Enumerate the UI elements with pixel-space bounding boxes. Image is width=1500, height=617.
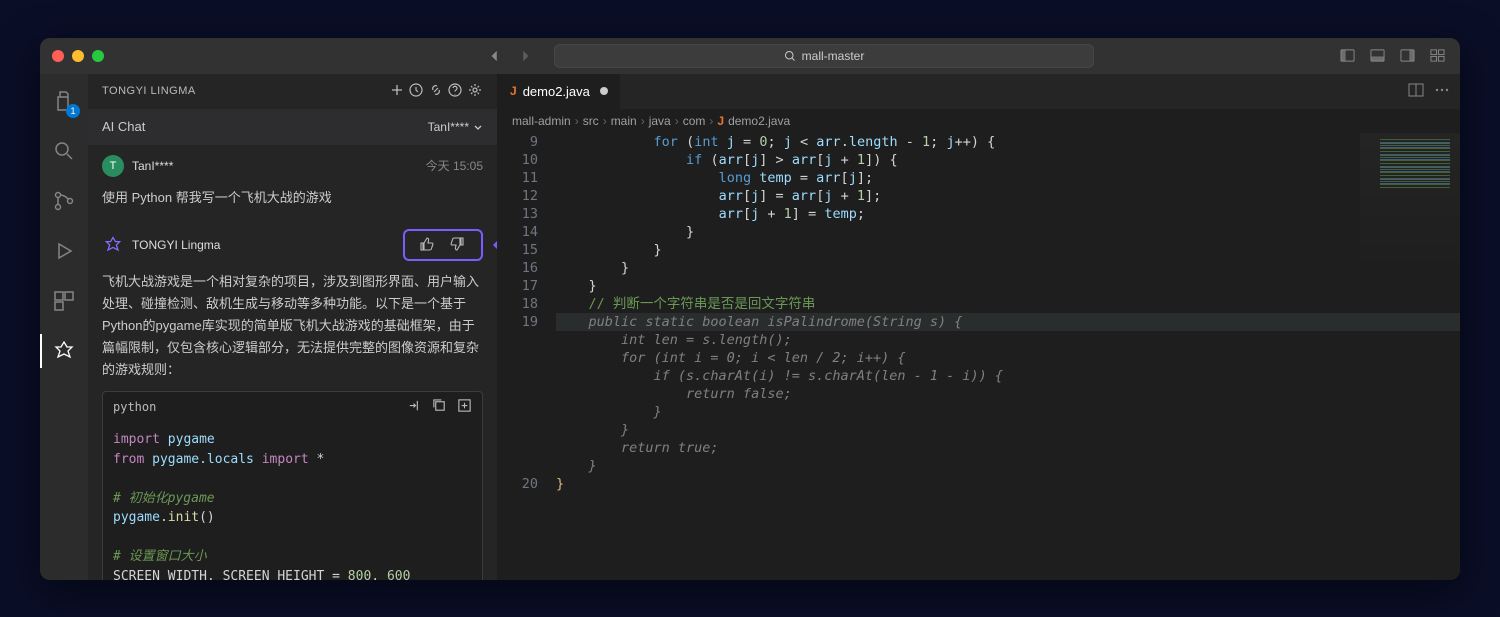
- editor-tab-actions: [1398, 74, 1460, 109]
- editor-area: J demo2.java mall-admin› src› main› java…: [498, 74, 1460, 580]
- search-icon: [784, 50, 796, 62]
- bot-message: TONGYI Lingma 点赞或点踩 飞机大战游戏是一个相对复杂的项目，涉及到…: [98, 219, 487, 580]
- chat-body[interactable]: T TanI**** 今天 15:05 使用 Python 帮我写一个飞机大战的…: [88, 145, 497, 580]
- panel-header: TONGYI LINGMA: [88, 74, 497, 109]
- feedback-box: 点赞或点踩: [403, 229, 483, 261]
- split-editor-icon[interactable]: [1408, 82, 1424, 101]
- nav-forward-button[interactable]: [512, 43, 538, 69]
- panel-title: TONGYI LINGMA: [102, 85, 196, 97]
- user-avatar: T: [102, 155, 124, 177]
- search-tab[interactable]: [40, 130, 88, 172]
- copy-code-icon[interactable]: [432, 398, 447, 416]
- tab-filename: demo2.java: [523, 84, 590, 99]
- chevron-down-icon: [473, 122, 483, 132]
- chat-subheader: AI Chat TanI****: [88, 109, 497, 145]
- settings-icon[interactable]: [467, 89, 483, 101]
- code-editor[interactable]: 9 10 11 12 13 14 15 16 17 18 19 20 for (…: [498, 133, 1460, 580]
- command-center[interactable]: mall-master: [554, 44, 1094, 68]
- dirty-indicator: [600, 87, 608, 95]
- bot-name: TONGYI Lingma: [132, 238, 220, 252]
- editor-tabs: J demo2.java: [498, 74, 1460, 109]
- link-icon[interactable]: [428, 89, 444, 101]
- ai-chat-panel: TONGYI LINGMA AI Chat TanI****: [88, 74, 498, 580]
- layout-bottom-icon[interactable]: [1366, 45, 1388, 67]
- lingma-tab[interactable]: [40, 330, 88, 372]
- panel-header-icons: [389, 82, 483, 101]
- titlebar: mall-master: [40, 38, 1460, 74]
- breadcrumb[interactable]: mall-admin› src› main› java› com› J demo…: [498, 109, 1460, 133]
- code-block-header: python: [103, 392, 482, 422]
- traffic-lights: [52, 50, 104, 62]
- ide-window: mall-master 1: [40, 38, 1460, 580]
- layout-left-icon[interactable]: [1336, 45, 1358, 67]
- code-lines: for (int j = 0; j < arr.length - 1; j++)…: [556, 133, 1460, 580]
- nav-back-button[interactable]: [482, 43, 508, 69]
- chat-mode-label: AI Chat: [102, 119, 145, 134]
- more-actions-icon[interactable]: [1434, 82, 1450, 101]
- search-text: mall-master: [802, 49, 865, 63]
- extensions-tab[interactable]: [40, 280, 88, 322]
- user-message-text: 使用 Python 帮我写一个飞机大战的游戏: [102, 187, 483, 209]
- user-name: TanI****: [132, 159, 173, 173]
- maximize-window-button[interactable]: [92, 50, 104, 62]
- help-icon[interactable]: [447, 89, 463, 101]
- editor-tab-demo2[interactable]: J demo2.java: [498, 74, 621, 109]
- java-file-icon: J: [717, 114, 724, 128]
- bot-avatar: [102, 234, 124, 256]
- java-file-icon: J: [510, 84, 517, 98]
- close-window-button[interactable]: [52, 50, 64, 62]
- code-block: python import pygame from pygame.locals …: [102, 391, 483, 579]
- line-gutter: 9 10 11 12 13 14 15 16 17 18 19 20: [498, 133, 556, 580]
- run-debug-tab[interactable]: [40, 230, 88, 272]
- code-lang-label: python: [113, 400, 156, 414]
- explorer-badge: 1: [66, 104, 80, 118]
- source-control-tab[interactable]: [40, 180, 88, 222]
- layout-right-icon[interactable]: [1396, 45, 1418, 67]
- new-chat-icon[interactable]: [389, 89, 405, 101]
- code-content: import pygame from pygame.locals import …: [103, 422, 482, 579]
- thumbs-up-button[interactable]: [419, 236, 437, 254]
- insert-code-icon[interactable]: [407, 398, 422, 416]
- thumbs-down-button[interactable]: [449, 236, 467, 254]
- activity-bar: 1: [40, 74, 88, 580]
- nav-arrows: [482, 43, 538, 69]
- bot-message-text: 飞机大战游戏是一个相对复杂的项目，涉及到图形界面、用户输入处理、碰撞检测、敌机生…: [102, 271, 483, 381]
- layout-customize-icon[interactable]: [1426, 45, 1448, 67]
- history-icon[interactable]: [408, 89, 424, 101]
- minimize-window-button[interactable]: [72, 50, 84, 62]
- new-file-icon[interactable]: [457, 398, 472, 416]
- titlebar-right-icons: [1336, 45, 1448, 67]
- chat-user-dropdown[interactable]: TanI****: [428, 120, 483, 134]
- message-time: 今天 15:05: [426, 157, 483, 174]
- user-message: T TanI**** 今天 15:05 使用 Python 帮我写一个飞机大战的…: [98, 145, 487, 219]
- main-body: 1 TONGYI LINGMA: [40, 74, 1460, 580]
- explorer-tab[interactable]: 1: [40, 80, 88, 122]
